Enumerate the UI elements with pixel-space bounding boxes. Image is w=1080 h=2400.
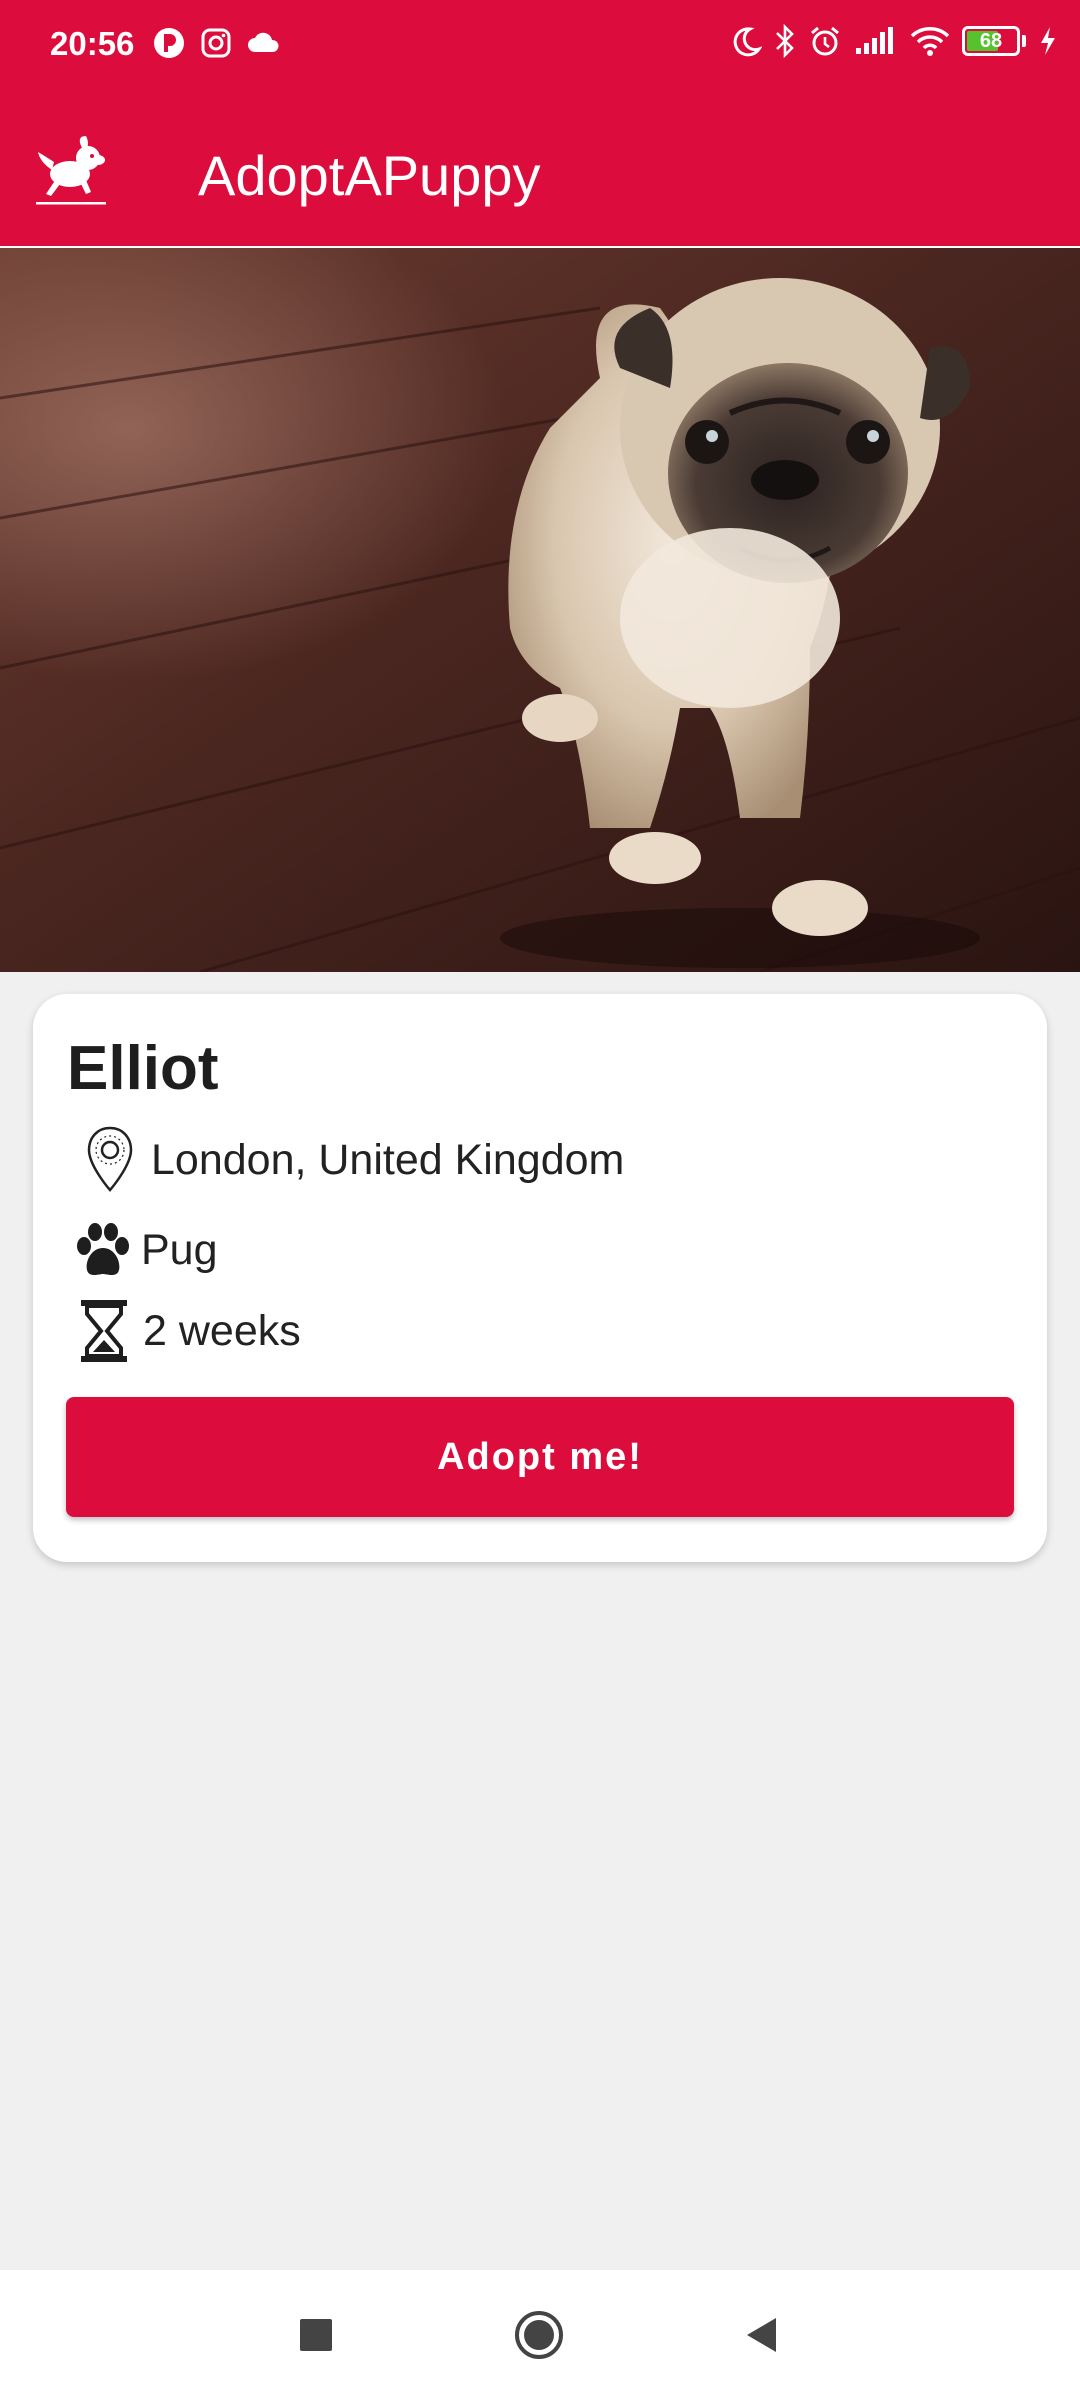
adopt-button[interactable]: Adopt me!: [66, 1397, 1014, 1517]
pet-age: 2 weeks: [143, 1307, 301, 1355]
back-button[interactable]: [727, 2300, 797, 2370]
moon-icon: [733, 27, 762, 57]
battery-icon: 68: [962, 26, 1020, 56]
pet-breed: Pug: [141, 1226, 218, 1274]
paw-icon: [77, 1223, 129, 1275]
cloud-icon: [248, 32, 279, 52]
breed-row: Pug: [73, 1220, 218, 1280]
signal-icon: [856, 27, 893, 54]
home-button[interactable]: [504, 2300, 574, 2370]
battery-level: 68: [979, 29, 1003, 52]
instagram-icon: [201, 28, 231, 58]
recents-button[interactable]: [281, 2300, 351, 2370]
battery-cap: [1022, 35, 1026, 47]
location-pin-icon: [87, 1126, 133, 1192]
charging-icon: [1041, 27, 1055, 55]
status-bar: 20:56 68: [0, 0, 1080, 90]
alarm-icon: [811, 26, 839, 56]
hourglass-icon: [81, 1300, 127, 1362]
hero-image: [0, 248, 1080, 972]
back-triangle-icon: [747, 2318, 776, 2352]
wifi-icon: [910, 27, 950, 56]
age-row: 2 weeks: [73, 1298, 301, 1364]
circle-icon: [515, 2311, 563, 2359]
vpn-icon: [154, 28, 184, 58]
location-row: London, United Kingdom: [73, 1124, 624, 1196]
app-bar: AdoptAPuppy: [0, 90, 1080, 248]
app-title: AdoptAPuppy: [198, 144, 541, 207]
puppy-logo-icon: [36, 136, 106, 205]
square-icon: [300, 2319, 332, 2351]
pet-location: London, United Kingdom: [151, 1136, 625, 1184]
pug-photo: [0, 248, 1080, 972]
pet-name: Elliot: [67, 1034, 219, 1103]
status-time: 20:56: [50, 25, 135, 62]
pet-card: Elliot London, United Kingdom Pug 2 week…: [33, 994, 1047, 1562]
bluetooth-icon: [776, 24, 794, 58]
status-left-icons: [152, 26, 282, 60]
navigation-bar: [0, 2270, 1080, 2400]
status-right-icons: 68: [730, 24, 1058, 58]
